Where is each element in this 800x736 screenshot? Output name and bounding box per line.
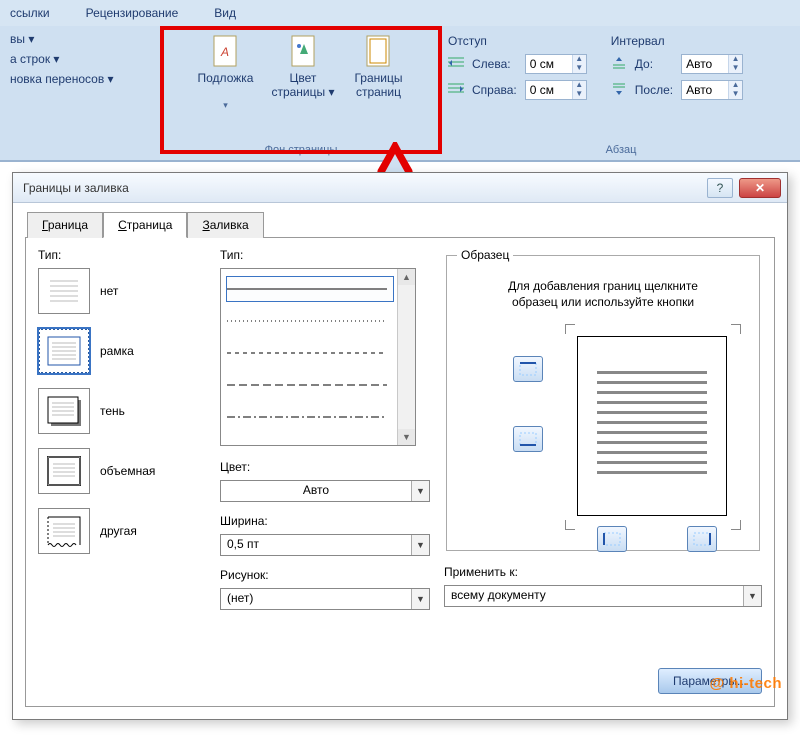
ribbon: вы ▾ а строк ▾ новка переносов ▾ A Подло… [0,26,800,162]
spacing-after-spinner[interactable]: ▲▼ [681,80,743,100]
group-caption-page-bg: Фон страницы [166,144,436,158]
preview-page[interactable] [577,336,727,516]
tab-border[interactable]: Граница [27,212,103,238]
watermark-text: @ hi-tech [710,675,782,692]
apply-to-label: Применить к: [444,565,762,579]
ribbon-group-page-background: A Подложка▾ Цвет страницы ▾ Границы стра… [160,26,442,160]
style-list-scrollbar[interactable]: ▲▼ [397,269,415,445]
art-combo[interactable]: (нет) ▼ [220,588,430,610]
setting-custom-label: другая [100,524,137,538]
preview-legend: Образец [457,248,513,262]
preview-fieldset: Образец Для добавления границ щелкните о… [446,248,760,551]
page-borders-button[interactable]: Границы страниц [346,30,410,104]
close-icon: ✕ [755,181,765,195]
color-label: Цвет: [220,460,430,474]
setting-box[interactable]: рамка [38,328,206,374]
preview-hint: Для добавления границ щелкните образец и… [493,278,713,310]
setting-none-label: нет [100,284,118,298]
ribbon-group-paragraph: Отступ Слева: ▲▼ Справа: ▲▼ Интервал [442,26,800,160]
spacing-before-label: До: [635,57,673,71]
preview-right-border-button[interactable] [687,526,717,552]
apply-to-combo[interactable]: всему документу ▼ [444,585,762,607]
spacing-after-label: После: [635,83,673,97]
setting-3d-label: объемная [100,464,155,478]
scroll-down-icon[interactable]: ▼ [398,429,415,445]
watermark-icon: A [208,34,242,68]
chevron-down-icon: ▼ [411,535,429,555]
indent-left-spinner[interactable]: ▲▼ [525,54,587,74]
spacing-after-icon [611,82,627,99]
group-caption-paragraph: Абзац [448,144,794,158]
indent-right-icon [448,82,464,99]
spacing-caption: Интервал [611,34,743,48]
width-combo[interactable]: 0,5 пт ▼ [220,534,430,556]
close-button[interactable]: ✕ [739,178,781,198]
ribbon-tab-row: ссылки Рецензирование Вид [0,0,800,26]
setting-box-label: рамка [100,344,134,358]
ribbon-item-hyphenation[interactable]: новка переносов ▾ [6,70,118,88]
page-color-button[interactable]: Цвет страницы ▾ [265,30,340,104]
chevron-down-icon: ▼ [411,481,429,501]
ribbon-item-2[interactable]: а строк ▾ [6,50,118,68]
dialog-tabs: Граница Страница Заливка [27,211,787,237]
setting-custom[interactable]: другая [38,508,206,554]
chevron-down-icon: ▼ [743,586,761,606]
tab-page[interactable]: Страница [103,212,187,238]
indent-right-spinner[interactable]: ▲▼ [525,80,587,100]
tab-shading[interactable]: Заливка [187,212,263,238]
watermark-button[interactable]: A Подложка▾ [192,30,260,114]
color-combo[interactable]: Авто ▼ [220,480,430,502]
page-borders-icon [361,34,395,68]
dialog-titlebar[interactable]: Границы и заливка ? ✕ [13,173,787,203]
chevron-down-icon: ▼ [411,589,429,609]
svg-text:A: A [220,45,229,59]
indent-left-label: Слева: [472,57,517,71]
ribbon-tab-review[interactable]: Рецензирование [80,2,185,24]
preview-bottom-border-button[interactable] [513,426,543,452]
indent-left-icon [448,56,464,73]
style-listbox[interactable]: ▲▼ [220,268,416,446]
setting-label: Тип: [38,248,206,262]
spacing-before-icon [611,56,627,73]
borders-and-shading-dialog: Границы и заливка ? ✕ Граница Страница З… [12,172,788,720]
indent-right-label: Справа: [472,83,517,97]
ribbon-tab-references[interactable]: ссылки [4,2,56,24]
setting-3d[interactable]: объемная [38,448,206,494]
ribbon-group-page-setup: вы ▾ а строк ▾ новка переносов ▾ [0,26,160,160]
spacing-before-spinner[interactable]: ▲▼ [681,54,743,74]
art-label: Рисунок: [220,568,430,582]
page-color-icon [286,34,320,68]
help-button[interactable]: ? [707,178,733,198]
dialog-title: Границы и заливка [23,181,129,195]
ribbon-item-1[interactable]: вы ▾ [6,30,118,48]
width-label: Ширина: [220,514,430,528]
help-icon: ? [717,181,724,195]
scroll-up-icon[interactable]: ▲ [398,269,415,285]
style-label: Тип: [220,248,430,262]
preview-top-border-button[interactable] [513,356,543,382]
setting-none[interactable]: нет [38,268,206,314]
indent-caption: Отступ [448,34,587,48]
setting-shadow-label: тень [100,404,125,418]
ribbon-tab-view[interactable]: Вид [208,2,242,24]
preview-left-border-button[interactable] [597,526,627,552]
dialog-panel: Тип: нет рамка тень объемная [25,237,775,707]
setting-shadow[interactable]: тень [38,388,206,434]
